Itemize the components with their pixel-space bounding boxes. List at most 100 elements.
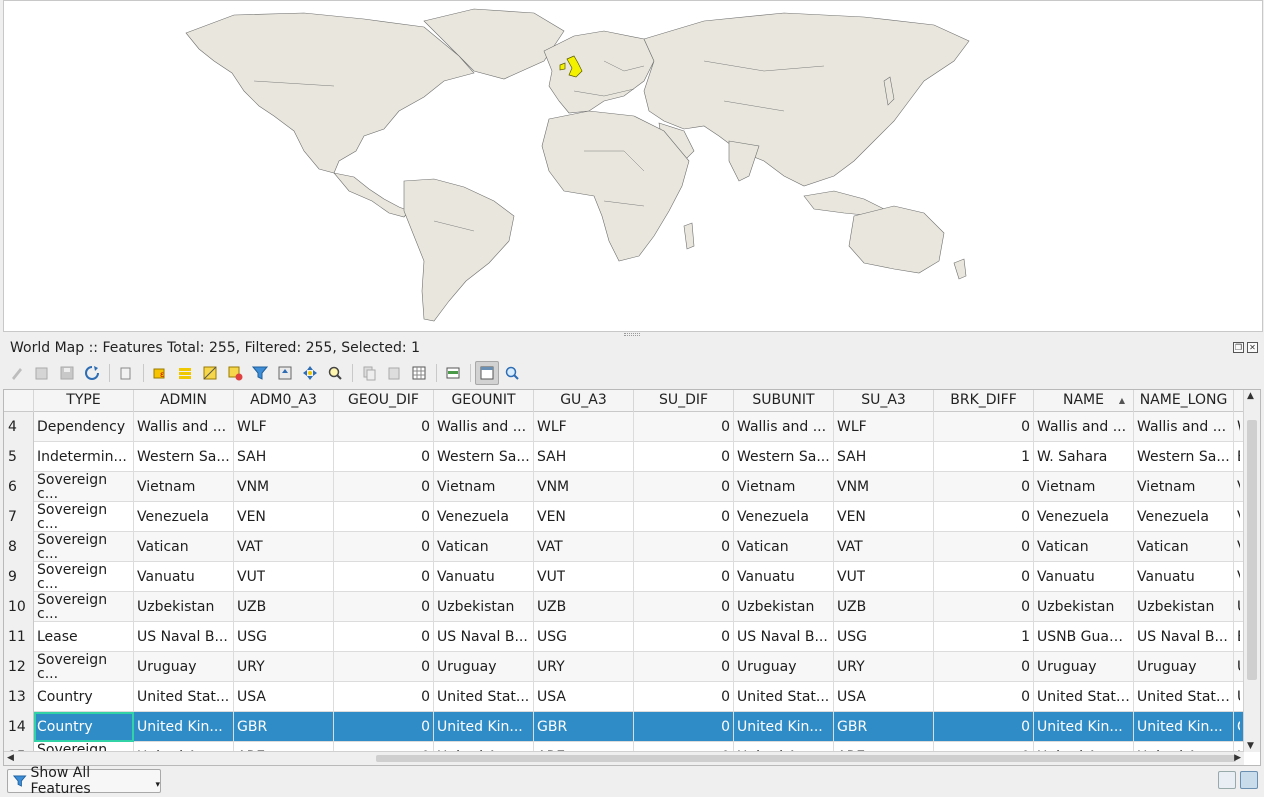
table-cell[interactable]: Vanuatu — [134, 562, 234, 592]
table-cell[interactable]: Western Sa... — [434, 442, 534, 472]
row-number[interactable]: 13 — [4, 682, 34, 712]
table-cell[interactable]: 0 — [934, 562, 1034, 592]
table-row[interactable]: 11 Lease US Naval B... USG 0 US Naval B... USG… — [4, 622, 1244, 652]
table-cell[interactable]: 0 — [634, 412, 734, 442]
table-cell[interactable]: 0 — [334, 412, 434, 442]
search-icon[interactable] — [500, 361, 524, 385]
table-cell[interactable]: Wallis and ... — [134, 412, 234, 442]
row-number[interactable]: 5 — [4, 442, 34, 472]
paste-icon[interactable] — [382, 361, 406, 385]
map-canvas[interactable] — [3, 0, 1263, 332]
table-row[interactable]: 10 Sovereign c... Uzbekistan UZB 0 Uzbekistan… — [4, 592, 1244, 622]
table-cell[interactable]: Country — [34, 682, 134, 712]
column-header[interactable]: GEOUNIT — [434, 390, 534, 412]
table-cell[interactable]: WLF — [534, 412, 634, 442]
table-cell[interactable]: UZB — [834, 592, 934, 622]
hscroll-thumb[interactable] — [376, 755, 1236, 762]
table-cell[interactable]: VUT — [234, 562, 334, 592]
table-cell[interactable]: 1 — [934, 442, 1034, 472]
table-cell[interactable]: USA — [234, 682, 334, 712]
vertical-scrollbar[interactable]: ▲ ▼ — [1243, 390, 1260, 752]
table-cell[interactable]: Vatican — [1134, 532, 1234, 562]
table-cell[interactable]: 0 — [634, 592, 734, 622]
column-header[interactable]: GEOU_DIF — [334, 390, 434, 412]
table-cell[interactable]: US Naval B... — [1134, 622, 1234, 652]
column-header[interactable]: SU_DIF — [634, 390, 734, 412]
table-cell[interactable]: Sovereign c... — [34, 652, 134, 682]
table-cell[interactable]: 0 — [334, 712, 434, 742]
table-cell[interactable]: VAT — [534, 532, 634, 562]
column-header[interactable]: NAME ▲ — [1034, 390, 1134, 412]
table-cell[interactable]: 0 — [634, 712, 734, 742]
table-cell[interactable]: Dependency — [34, 412, 134, 442]
table-cell[interactable]: USA — [834, 682, 934, 712]
table-cell[interactable]: Uruguay — [1034, 652, 1134, 682]
table-cell[interactable]: US Naval B... — [134, 622, 234, 652]
table-cell[interactable]: Sovereign c... — [34, 592, 134, 622]
table-cell[interactable]: 0 — [634, 502, 734, 532]
table-cell[interactable]: 0 — [334, 562, 434, 592]
column-header[interactable]: SUBUNIT — [734, 390, 834, 412]
table-cell[interactable]: United States — [1034, 682, 1134, 712]
table-cell[interactable]: UZB — [234, 592, 334, 622]
table-cell[interactable]: 0 — [334, 532, 434, 562]
table-cell[interactable]: Country — [34, 712, 134, 742]
table-cell[interactable]: GBR — [834, 712, 934, 742]
table-cell[interactable]: Uzbekistan — [1034, 592, 1134, 622]
scroll-right-icon[interactable]: ▶ — [1234, 753, 1241, 763]
table-cell[interactable]: Vatican — [134, 532, 234, 562]
table-row[interactable]: 8 Sovereign c... Vatican VAT 0 Vatican VAT 0 Vat… — [4, 532, 1244, 562]
scroll-down-icon[interactable]: ▼ — [1247, 741, 1254, 751]
table-cell[interactable]: United Stat... — [134, 682, 234, 712]
table-row[interactable]: 7 Sovereign c... Venezuela VEN 0 Venezuela VEN… — [4, 502, 1244, 532]
horizontal-scrollbar[interactable]: ◀ ▶ — [4, 751, 1244, 765]
field-calculator-icon[interactable] — [407, 361, 431, 385]
table-cell[interactable]: Vanuatu — [434, 562, 534, 592]
table-cell[interactable]: Sovereign c... — [34, 562, 134, 592]
row-number[interactable]: 14 — [4, 712, 34, 742]
table-cell[interactable]: VEN — [534, 502, 634, 532]
table-cell[interactable]: Venezuela — [1034, 502, 1134, 532]
table-cell[interactable]: UZB — [534, 592, 634, 622]
table-cell[interactable]: Sovereign c... — [34, 472, 134, 502]
table-cell[interactable]: 0 — [334, 652, 434, 682]
table-cell[interactable]: URY — [234, 652, 334, 682]
table-cell[interactable]: USA — [534, 682, 634, 712]
scroll-thumb[interactable] — [1247, 420, 1257, 680]
delete-icon[interactable] — [114, 361, 138, 385]
select-expression-icon[interactable]: ε — [148, 361, 172, 385]
form-view-icon[interactable] — [1218, 771, 1236, 789]
table-cell[interactable]: VUT — [534, 562, 634, 592]
table-cell[interactable]: 0 — [934, 472, 1034, 502]
table-row[interactable]: 13 Country United Stat... USA 0 United Stat..… — [4, 682, 1244, 712]
table-cell[interactable]: Vatican — [434, 532, 534, 562]
move-top-icon[interactable] — [273, 361, 297, 385]
table-cell[interactable]: SAH — [534, 442, 634, 472]
table-cell[interactable]: Vietnam — [734, 472, 834, 502]
table-cell[interactable]: Venezuela — [134, 502, 234, 532]
table-cell[interactable]: USG — [834, 622, 934, 652]
table-cell[interactable]: 0 — [334, 622, 434, 652]
table-cell[interactable]: Wallis and ... — [1034, 412, 1134, 442]
table-cell[interactable]: Uzbekistan — [134, 592, 234, 622]
edit-toggle-icon[interactable] — [30, 361, 54, 385]
close-icon[interactable]: ✕ — [1247, 342, 1258, 353]
table-view-icon[interactable] — [1240, 771, 1258, 789]
row-number[interactable]: 4 — [4, 412, 34, 442]
table-cell[interactable]: Western Sa... — [134, 442, 234, 472]
table-cell[interactable]: 0 — [934, 712, 1034, 742]
table-cell[interactable]: SAH — [234, 442, 334, 472]
table-cell[interactable]: Sovereign c... — [34, 532, 134, 562]
row-number[interactable]: 7 — [4, 502, 34, 532]
table-cell[interactable]: 0 — [934, 502, 1034, 532]
table-row[interactable]: 6 Sovereign c... Vietnam VNM 0 Vietnam VNM 0 Vie… — [4, 472, 1244, 502]
column-header[interactable]: BRK_DIFF — [934, 390, 1034, 412]
table-cell[interactable]: 0 — [934, 652, 1034, 682]
table-row[interactable]: 14 Country United Kin... GBR 0 United Kin... G… — [4, 712, 1244, 742]
table-row[interactable]: 12 Sovereign c... Uruguay URY 0 Uruguay URY 0 Ur… — [4, 652, 1244, 682]
table-cell[interactable]: Venezuela — [734, 502, 834, 532]
table-cell[interactable]: Uzbekistan — [434, 592, 534, 622]
zoom-icon[interactable] — [323, 361, 347, 385]
column-header[interactable]: ADMIN — [134, 390, 234, 412]
table-cell[interactable]: 0 — [634, 622, 734, 652]
